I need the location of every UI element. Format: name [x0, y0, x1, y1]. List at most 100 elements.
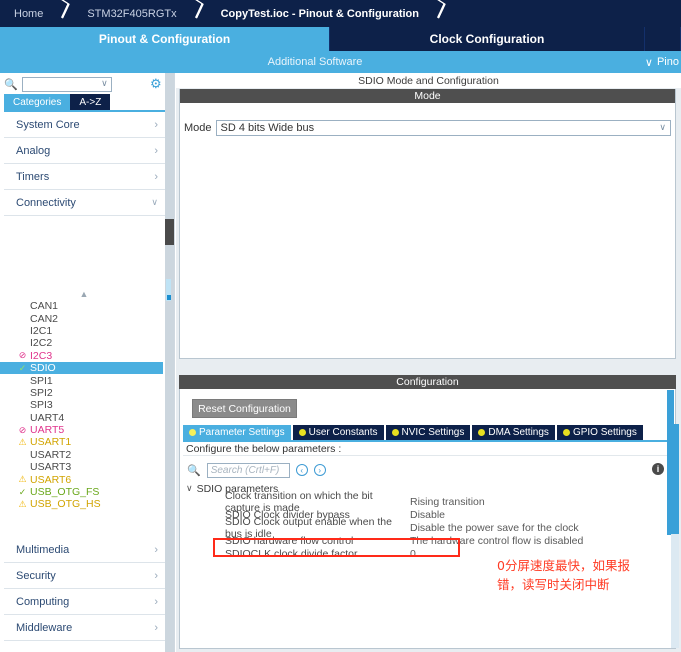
sidebar-item-usart2[interactable]: USART2 — [0, 449, 163, 461]
peripheral-label: SDIO — [30, 362, 56, 375]
scrollbar-thumb[interactable] — [165, 219, 174, 245]
sidebar-item-spi3[interactable]: SPI3 — [0, 399, 163, 411]
search-placeholder: Search (Crtl+F) — [210, 464, 280, 476]
breadcrumb-chevron-icon — [431, 0, 449, 27]
sidebar-search-row: 🔍 ∨ ⚙ — [0, 73, 175, 95]
sidebar-item-can1[interactable]: CAN1 — [0, 300, 163, 312]
parameter-search-input[interactable]: Search (Crtl+F) — [206, 462, 290, 478]
mode-label: Mode — [184, 121, 212, 134]
sidebar-item-can2[interactable]: CAN2 — [0, 312, 163, 325]
chevron-right-icon: › — [154, 569, 158, 582]
scroll-up-icon[interactable]: ▲ — [78, 289, 90, 299]
tab-pinout-configuration[interactable]: Pinout & Configuration — [0, 27, 330, 51]
tab-label: Clock Configuration — [429, 32, 545, 46]
content-scrollbar[interactable] — [671, 424, 679, 648]
sidebar-item-multimedia[interactable]: Multimedia › — [4, 537, 168, 563]
peripheral-label: USB_OTG_FS — [30, 486, 100, 499]
info-icon[interactable]: i — [652, 463, 664, 475]
status-dot-icon — [478, 429, 486, 436]
configuration-panel: Reset Configuration Parameter Settings U… — [179, 389, 676, 649]
configuration-band: Configuration — [179, 375, 676, 389]
parameter-search-row: 🔍 Search (Crtl+F) ‹ › i — [183, 461, 674, 479]
no-entry-icon: ⊘ — [18, 350, 27, 361]
sidebar-item-analog[interactable]: Analog › — [4, 138, 168, 164]
parameter-row[interactable]: SDIO hardware flow control The hardware … — [186, 534, 666, 547]
breadcrumb-label: STM32F405RGTx — [87, 7, 177, 20]
warning-icon: ⚠ — [18, 498, 27, 509]
chevron-right-icon: › — [318, 465, 322, 475]
pinout-menu[interactable]: ∨ Pino — [645, 56, 679, 69]
sidebar-item-timers[interactable]: Timers › — [4, 164, 168, 190]
next-match-button[interactable]: › — [313, 464, 326, 476]
sidebar-item-system-core[interactable]: System Core › — [4, 112, 168, 138]
parameter-row[interactable]: SDIO Clock output enable when the bus is… — [186, 516, 666, 540]
parameter-value: The hardware control flow is disabled — [410, 534, 584, 547]
mode-band-label: Mode — [414, 90, 441, 102]
sidebar-item-usart3[interactable]: USART3 — [0, 461, 163, 473]
sidebar-item-middleware[interactable]: Middleware › — [4, 615, 168, 641]
sidebar-scrollbar[interactable] — [165, 73, 174, 652]
sidebar-item-computing[interactable]: Computing › — [4, 589, 168, 615]
mode-band: Mode — [180, 89, 675, 103]
tab-overflow[interactable] — [645, 27, 681, 51]
chevron-right-icon: › — [154, 595, 158, 608]
sidebar-item-spi2[interactable]: SPI2 — [0, 387, 163, 399]
chevron-right-icon: › — [154, 543, 158, 556]
chevron-right-icon: › — [154, 621, 158, 634]
sidebar-item-connectivity[interactable]: Connectivity ∨ — [4, 190, 168, 216]
mode-select[interactable]: SD 4 bits Wide bus ∨ — [215, 119, 671, 136]
scrollbar-thumb[interactable] — [671, 424, 679, 534]
chevron-down-icon: ∨ — [186, 483, 193, 493]
sidebar-item-usart6[interactable]: ⚠ USART6 — [0, 473, 163, 486]
tab-clock-configuration[interactable]: Clock Configuration — [330, 27, 645, 51]
stm32cubemx-window: Home STM32F405RGTx CopyTest.ioc - Pinout… — [0, 0, 681, 652]
gear-icon[interactable]: ⚙ — [150, 77, 163, 90]
tab-categories[interactable]: Categories — [4, 94, 71, 110]
sidebar-item-sdio[interactable]: ✓ SDIO — [0, 361, 163, 375]
tab-label: Pinout & Configuration — [98, 32, 231, 46]
chevron-right-icon: › — [154, 170, 158, 183]
status-dot-icon — [562, 429, 570, 436]
tab-parameter-settings[interactable]: Parameter Settings — [183, 425, 291, 440]
breadcrumb-item-mcu[interactable]: STM32F405RGTx — [73, 0, 188, 27]
chevron-right-icon: › — [154, 144, 158, 157]
scrollbar-position-marker — [167, 295, 171, 300]
tab-dma-settings[interactable]: DMA Settings — [472, 425, 555, 440]
peripheral-label: USART6 — [30, 473, 72, 486]
pinout-menu-label: Pino — [656, 56, 679, 68]
sidebar-item-usb-otg-hs[interactable]: ⚠ USB_OTG_HS — [0, 498, 163, 510]
sidebar-item-usart1[interactable]: ⚠ USART1 — [0, 436, 163, 448]
mode-panel-title: SDIO Mode and Configuration — [176, 73, 681, 88]
peripheral-label: I2C1 — [30, 324, 53, 337]
tab-a-to-z[interactable]: A->Z — [70, 94, 111, 110]
breadcrumb-item-home[interactable]: Home — [0, 0, 55, 27]
chevron-down-icon: ∨ — [101, 77, 108, 88]
tab-nvic-settings[interactable]: NVIC Settings — [385, 425, 471, 440]
tab-label: DMA Settings — [488, 427, 549, 438]
breadcrumb-chevron-icon — [189, 0, 207, 27]
sidebar-item-spi1[interactable]: SPI1 — [0, 374, 163, 387]
search-input[interactable]: ∨ — [21, 76, 112, 92]
parameter-row[interactable]: Clock transition on which the bit captur… — [186, 490, 666, 514]
sidebar-item-uart4[interactable]: UART4 — [0, 412, 163, 424]
sidebar-item-i2c3[interactable]: ⊘ I2C3 — [0, 350, 163, 362]
sidebar-item-security[interactable]: Security › — [4, 563, 168, 589]
previous-match-button[interactable]: ‹ — [295, 464, 308, 476]
additional-software-button[interactable]: Additional Software — [0, 56, 630, 68]
sidebar-item-usb-otg-fs[interactable]: ✓ USB_OTG_FS — [0, 486, 163, 498]
sidebar-item-uart5[interactable]: ⊘ UART5 — [0, 424, 163, 436]
reset-configuration-button[interactable]: Reset Configuration — [192, 399, 297, 418]
search-icon: 🔍 — [187, 464, 201, 477]
annotation-line-1: 0分屏速度最快，如果报 — [497, 558, 630, 573]
tab-gpio-settings[interactable]: GPIO Settings — [556, 425, 643, 440]
annotation-text: 0分屏速度最快，如果报 错，读写时关闭中断 — [497, 556, 667, 594]
tab-user-constants[interactable]: User Constants — [292, 425, 384, 440]
parameter-name: SDIOCLK clock divide factor — [225, 547, 358, 560]
peripheral-label: SPI1 — [30, 374, 53, 387]
sidebar-item-i2c1[interactable]: I2C1 — [0, 325, 163, 337]
parameter-value: Disable — [410, 508, 446, 521]
category-label: Connectivity — [16, 196, 76, 209]
sidebar-item-i2c2[interactable]: I2C2 — [0, 337, 163, 349]
breadcrumb-item-project[interactable]: CopyTest.ioc - Pinout & Configuration — [207, 0, 431, 27]
parameter-value: Disable the power save for the clock — [410, 521, 579, 534]
